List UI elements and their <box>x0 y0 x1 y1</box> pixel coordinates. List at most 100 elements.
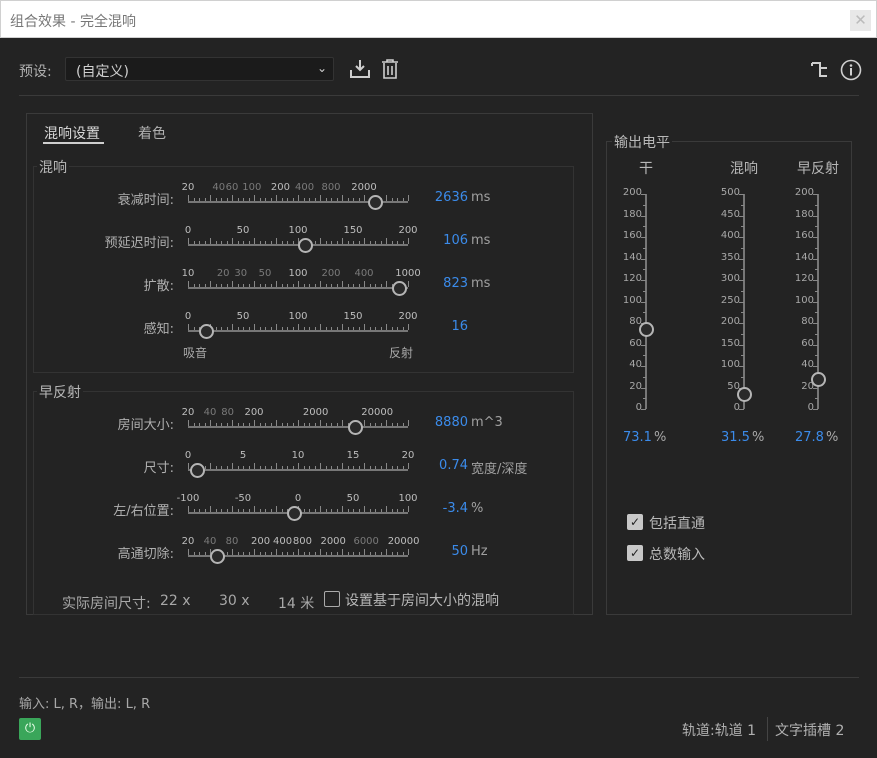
tick-mark <box>226 241 228 244</box>
tick-mark <box>397 552 398 555</box>
tick-mark <box>397 241 398 244</box>
slider-track <box>188 463 409 471</box>
param-value[interactable]: 0.74 <box>428 458 468 473</box>
tick-label: 0 <box>184 225 192 236</box>
tick-mark <box>342 506 343 512</box>
tick-mark <box>320 549 321 555</box>
delete-preset-icon[interactable] <box>381 58 399 80</box>
tick-mark <box>309 198 310 201</box>
tick-mark <box>276 238 277 244</box>
tick-mark <box>391 466 393 469</box>
tick-mark <box>391 327 393 330</box>
tick-mark <box>215 241 217 244</box>
tick-mark <box>353 509 354 512</box>
slider-knob[interactable] <box>189 463 205 478</box>
fader-tick <box>741 333 744 335</box>
tick-mark <box>232 281 233 287</box>
param-label: 衰减时间: <box>117 193 174 208</box>
scale-label: 180 <box>622 208 642 220</box>
save-preset-icon[interactable] <box>349 58 371 80</box>
tick-mark <box>325 423 327 426</box>
max-label: 反射 <box>389 346 414 360</box>
tick-label: -50 <box>234 493 252 504</box>
tick-label: 60 <box>225 182 239 193</box>
param-value[interactable]: 50 <box>428 544 468 559</box>
tick-mark <box>331 466 332 469</box>
tick-mark <box>215 327 217 330</box>
param-label: 房间大小: <box>117 418 174 433</box>
tick-mark <box>237 284 239 287</box>
param-value[interactable]: 106 <box>428 233 468 248</box>
tick-mark <box>364 281 365 287</box>
tick-mark <box>248 198 250 201</box>
tick-mark <box>336 466 338 469</box>
tick-mark <box>369 423 371 426</box>
slider-track <box>188 420 409 428</box>
sum-inputs-label: 总数输入 <box>649 547 705 563</box>
param-value[interactable]: -3.4 <box>428 501 468 516</box>
tick-mark <box>270 423 272 426</box>
scale-label: 100 <box>794 294 814 306</box>
slider-knob[interactable] <box>368 195 383 210</box>
tick-mark <box>358 552 360 555</box>
tick-mark <box>265 466 266 469</box>
info-icon[interactable] <box>840 59 862 81</box>
tick-mark <box>380 284 382 287</box>
tick-mark <box>331 552 332 555</box>
scale-label: 140 <box>622 251 642 263</box>
tick-mark <box>210 195 211 201</box>
fader-tick <box>813 301 818 303</box>
tick-mark <box>292 241 294 244</box>
tick-mark <box>259 327 261 330</box>
fader-knob[interactable] <box>737 386 752 402</box>
tick-label: 100 <box>398 493 418 504</box>
slider-knob[interactable] <box>198 324 214 339</box>
power-button[interactable]: ⏻ <box>19 718 41 740</box>
tick-mark <box>364 324 365 330</box>
routing-icon[interactable] <box>810 60 830 80</box>
room-reverb-checkbox[interactable] <box>324 591 340 607</box>
tick-mark <box>292 466 294 469</box>
fader-scale: 200 180 160 140 120 100 80 60 40 20 0 <box>778 187 814 413</box>
tick-mark <box>342 195 343 201</box>
output-value[interactable]: 31.5 <box>721 430 750 445</box>
output-value[interactable]: 73.1 <box>623 430 652 445</box>
tab-reverb-settings[interactable]: 混响设置 <box>44 123 100 143</box>
param-label: 高通切除: <box>117 547 174 562</box>
param-value[interactable]: 16 <box>428 319 468 334</box>
tick-mark <box>259 509 261 512</box>
param-value[interactable]: 8880 <box>428 415 468 430</box>
tick-mark <box>265 198 266 201</box>
include-dry-checkbox[interactable]: ✓ <box>627 514 643 530</box>
slider-knob[interactable] <box>286 506 302 521</box>
tick-mark <box>232 238 233 244</box>
tick-mark <box>347 552 349 555</box>
tab-coloring[interactable]: 着色 <box>138 123 166 143</box>
slider-knob[interactable] <box>297 238 313 253</box>
tick-mark <box>276 549 277 555</box>
param-value[interactable]: 2636 <box>428 190 468 205</box>
scale-label: 100 <box>720 359 740 370</box>
tick-mark <box>281 509 283 512</box>
sum-inputs-checkbox[interactable]: ✓ <box>627 545 643 561</box>
fader-tick <box>739 237 744 238</box>
slider-knob[interactable] <box>209 549 225 564</box>
scale-label: 60 <box>629 337 642 349</box>
close-button[interactable]: ✕ <box>850 10 871 31</box>
scale-label: 20 <box>629 380 642 392</box>
fader-tick <box>815 290 818 292</box>
fader-tick <box>641 366 646 367</box>
tick-mark <box>287 552 288 555</box>
fader-knob[interactable] <box>811 371 826 387</box>
fader-scale: 200 180 160 140 120 100 80 60 40 20 0 <box>606 187 642 413</box>
tick-label: 20 <box>181 407 195 418</box>
preset-dropdown[interactable]: (自定义) ⌄ <box>65 57 334 81</box>
param-value[interactable]: 823 <box>428 276 468 291</box>
tick-mark <box>369 327 371 330</box>
fader-tick <box>813 280 818 281</box>
output-value[interactable]: 27.8 <box>795 430 824 445</box>
tick-mark <box>193 198 195 201</box>
tick-label: 400 <box>295 182 315 193</box>
tick-mark <box>369 509 371 512</box>
tick-mark <box>358 198 360 201</box>
